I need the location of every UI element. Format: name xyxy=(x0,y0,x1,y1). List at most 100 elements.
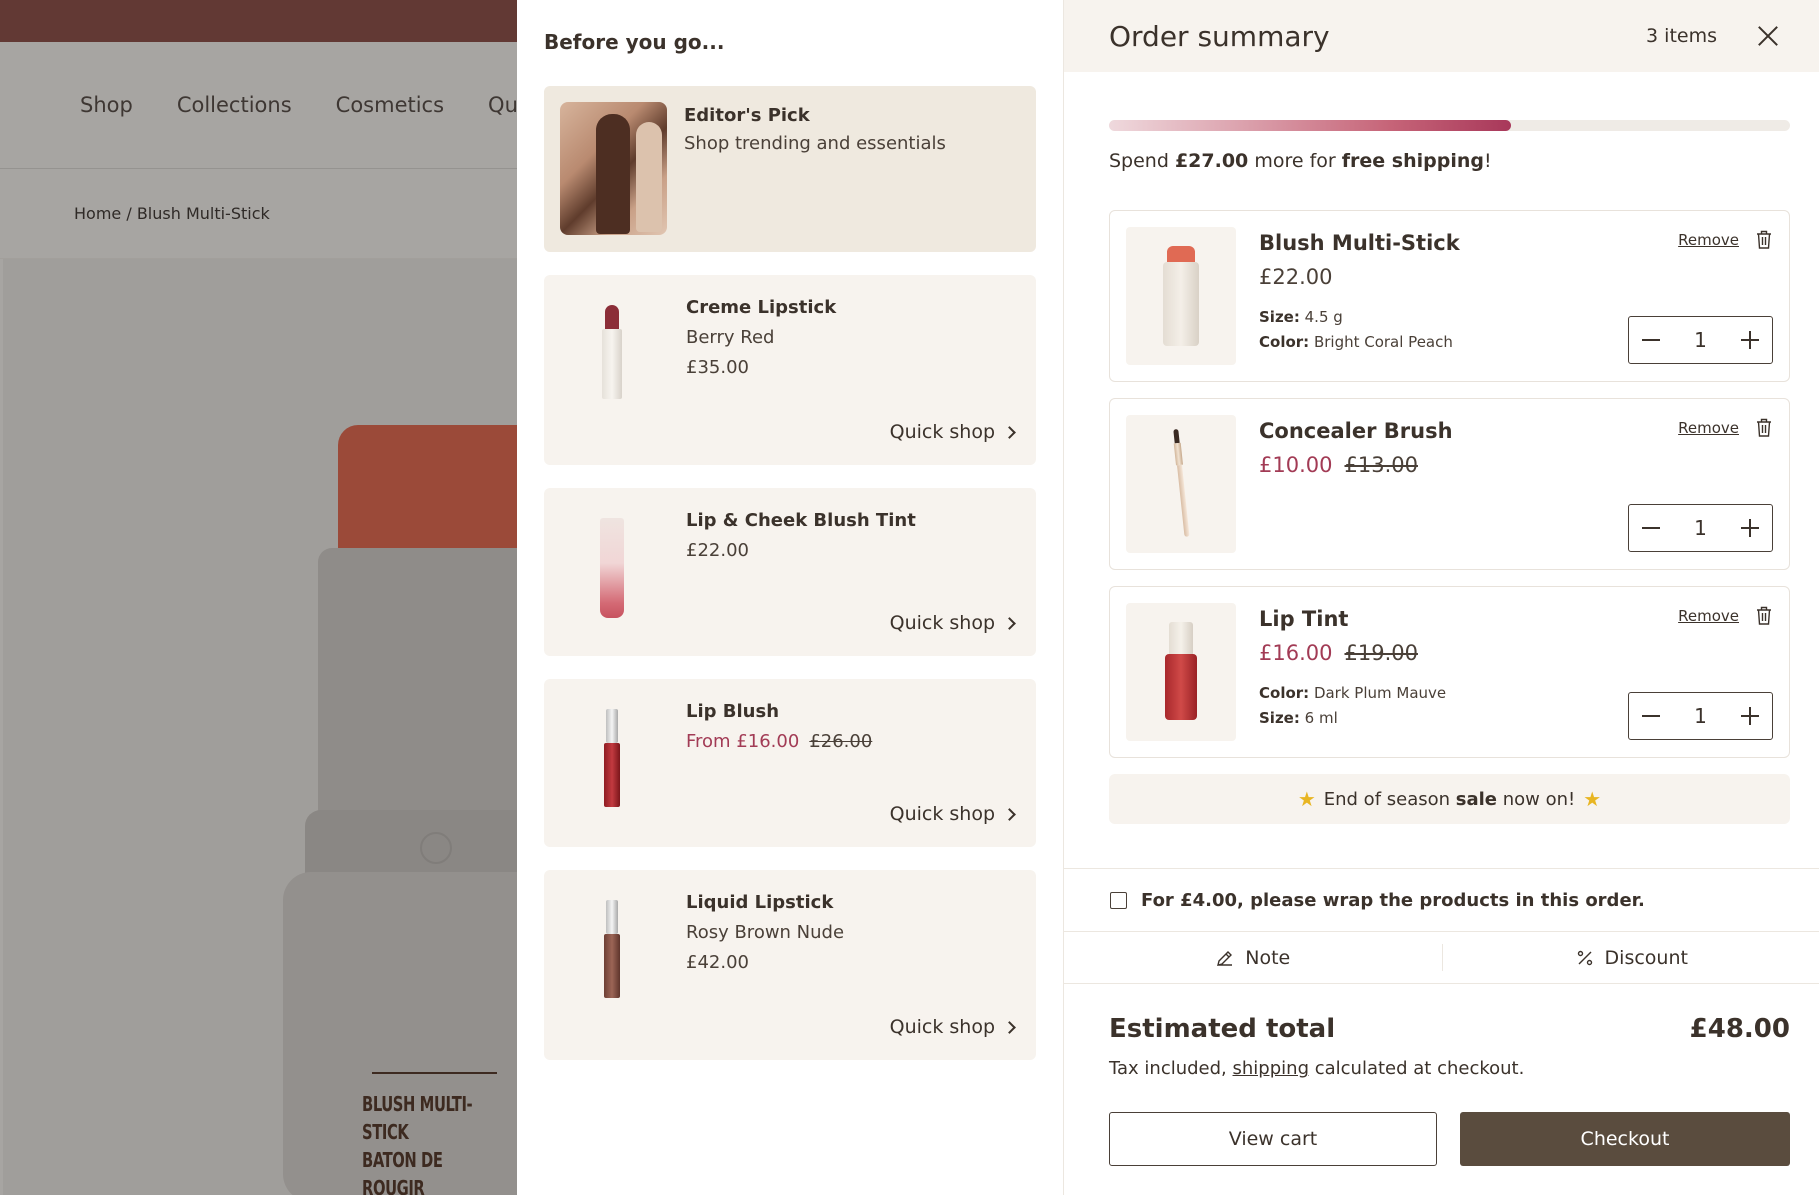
percent-icon xyxy=(1577,950,1592,965)
nav-quiz[interactable]: Quiz xyxy=(488,93,520,117)
product-price: £42.00 xyxy=(686,952,749,973)
estimated-total-row: Estimated total £48.00 xyxy=(1109,1014,1790,1044)
main-nav: Shop Collections Cosmetics Quiz xyxy=(0,42,520,169)
product-sale-price: From £16.00 xyxy=(686,731,800,752)
trash-icon[interactable] xyxy=(1756,606,1772,625)
product-compare-price: £26.00 xyxy=(809,731,873,752)
qty-increase-button[interactable] xyxy=(1740,706,1760,726)
cart-item-thumbnail[interactable] xyxy=(1126,227,1236,365)
chevron-right-icon xyxy=(1003,807,1016,821)
product-name: Lip Blush xyxy=(686,701,780,722)
shipping-msg-post: ! xyxy=(1483,150,1492,172)
editor-pick-card[interactable]: Editor's Pick Shop trending and essentia… xyxy=(544,86,1036,252)
cart-item-name[interactable]: Concealer Brush xyxy=(1259,419,1453,443)
qty-value[interactable]: 1 xyxy=(1694,328,1707,352)
announcement-bar xyxy=(0,0,520,42)
shipping-link[interactable]: shipping xyxy=(1233,1058,1309,1079)
estimated-total-value: £48.00 xyxy=(1689,1014,1790,1044)
product-thumbnail xyxy=(584,709,639,819)
option-value: Bright Coral Peach xyxy=(1313,333,1453,351)
quick-shop-button[interactable]: Quick shop xyxy=(889,612,1016,634)
qty-increase-button[interactable] xyxy=(1740,330,1760,350)
qty-decrease-button[interactable] xyxy=(1641,518,1661,538)
editor-pick-image xyxy=(560,102,667,235)
cart-item-name[interactable]: Blush Multi-Stick xyxy=(1259,231,1460,255)
quick-shop-label: Quick shop xyxy=(889,803,995,825)
option-key: Size: xyxy=(1259,709,1300,727)
remove-button[interactable]: Remove xyxy=(1678,231,1739,249)
shipping-msg-mid: more for xyxy=(1248,150,1342,172)
shipping-msg-amount: £27.00 xyxy=(1174,150,1249,172)
product-thumbnail xyxy=(584,900,639,1010)
hero-label-line1: BLUSH MULTI-STICK xyxy=(362,1092,473,1144)
shipping-message: Spend £27.00 more for free shipping! xyxy=(1109,150,1492,172)
remove-button[interactable]: Remove xyxy=(1678,419,1739,437)
tax-note-post: calculated at checkout. xyxy=(1309,1058,1525,1079)
hero-label-rule xyxy=(372,1072,497,1074)
remove-button[interactable]: Remove xyxy=(1678,607,1739,625)
nav-cosmetics[interactable]: Cosmetics xyxy=(336,93,444,117)
hero-stick-body xyxy=(318,548,520,823)
cart-item-sale-price: £16.00 xyxy=(1259,641,1333,665)
qty-decrease-button[interactable] xyxy=(1641,330,1661,350)
close-icon[interactable] xyxy=(1757,25,1779,47)
gift-wrap-label[interactable]: For £4.00, please wrap the products in t… xyxy=(1141,890,1645,911)
quick-shop-button[interactable]: Quick shop xyxy=(889,803,1016,825)
option-value: 6 ml xyxy=(1304,709,1338,727)
star-icon: ★ xyxy=(1583,787,1602,811)
shipping-progress-bar xyxy=(1109,120,1790,131)
qty-decrease-button[interactable] xyxy=(1641,706,1661,726)
view-cart-button[interactable]: View cart xyxy=(1109,1112,1437,1166)
checkout-button[interactable]: Checkout xyxy=(1460,1112,1790,1166)
nav-shop[interactable]: Shop xyxy=(80,93,133,117)
cart-item-option: Color: Bright Coral Peach xyxy=(1259,333,1453,351)
cart-item: Lip Tint £16.00 £19.00 Color: Dark Plum M… xyxy=(1109,586,1790,758)
discount-button[interactable]: Discount xyxy=(1443,932,1819,983)
note-button[interactable]: Note xyxy=(1064,932,1442,983)
editor-pick-subtitle: Shop trending and essentials xyxy=(684,133,946,154)
cart-item-thumbnail[interactable] xyxy=(1126,415,1236,553)
quantity-stepper: 1 xyxy=(1628,504,1773,552)
cart-item-option: Color: Dark Plum Mauve xyxy=(1259,684,1446,702)
note-label: Note xyxy=(1245,946,1291,969)
cart-item-thumbnail[interactable] xyxy=(1126,603,1236,741)
cart-item-compare-price: £13.00 xyxy=(1344,453,1418,477)
chevron-right-icon xyxy=(1003,425,1016,439)
qty-value[interactable]: 1 xyxy=(1694,516,1707,540)
product-thumbnail xyxy=(584,518,639,628)
cart-item-option: Size: 6 ml xyxy=(1259,709,1338,727)
sale-banner: ★ End of season sale now on! ★ xyxy=(1109,774,1790,824)
cart-tools: Note Discount xyxy=(1064,932,1819,984)
upsell-panel: Before you go... Editor's Pick Shop tren… xyxy=(517,0,1064,1195)
quick-shop-button[interactable]: Quick shop xyxy=(889,421,1016,443)
nav-collections[interactable]: Collections xyxy=(177,93,292,117)
trash-icon[interactable] xyxy=(1756,230,1772,249)
sale-banner-pre: End of season xyxy=(1323,788,1456,810)
upsell-product-card[interactable]: Creme Lipstick Berry Red £35.00 Quick sh… xyxy=(544,275,1036,465)
quick-shop-button[interactable]: Quick shop xyxy=(889,1016,1016,1038)
quick-shop-label: Quick shop xyxy=(889,612,995,634)
star-icon: ★ xyxy=(1297,787,1316,811)
cart-item: Concealer Brush £10.00 £13.00 Remove 1 xyxy=(1109,398,1790,570)
chevron-right-icon xyxy=(1003,616,1016,630)
trash-icon[interactable] xyxy=(1756,418,1772,437)
upsell-product-card[interactable]: Lip Blush From £16.00 £26.00 Quick shop xyxy=(544,679,1036,847)
drawer-header: Order summary 3 items xyxy=(1064,0,1819,72)
cart-item-name[interactable]: Lip Tint xyxy=(1259,607,1348,631)
qty-increase-button[interactable] xyxy=(1740,518,1760,538)
gift-wrap-checkbox[interactable] xyxy=(1110,891,1127,909)
cart-item-sale-price: £10.00 xyxy=(1259,453,1333,477)
sale-banner-text: End of season sale now on! xyxy=(1324,789,1576,810)
cart-item-compare-price: £19.00 xyxy=(1344,641,1418,665)
upsell-product-card[interactable]: Lip & Cheek Blush Tint £22.00 Quick shop xyxy=(544,488,1036,656)
qty-value[interactable]: 1 xyxy=(1694,704,1707,728)
quick-shop-label: Quick shop xyxy=(889,1016,995,1038)
quick-shop-label: Quick shop xyxy=(889,421,995,443)
discount-label: Discount xyxy=(1604,946,1688,969)
cart-item-price: £10.00 £13.00 xyxy=(1259,453,1418,477)
cart-item-price: £22.00 xyxy=(1259,265,1333,289)
upsell-product-card[interactable]: Liquid Lipstick Rosy Brown Nude £42.00 Q… xyxy=(544,870,1036,1060)
product-name: Liquid Lipstick xyxy=(686,892,834,913)
gift-wrap-row: For £4.00, please wrap the products in t… xyxy=(1064,868,1819,932)
shipping-msg-pre: Spend xyxy=(1109,150,1175,172)
